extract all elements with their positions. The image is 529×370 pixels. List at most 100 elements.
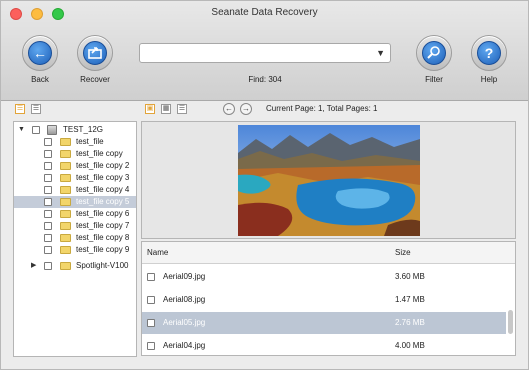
file-name: Aerial04.jpg: [163, 341, 206, 350]
tree-checkbox[interactable]: [32, 126, 40, 134]
tree-checkbox[interactable]: [44, 138, 52, 146]
filter-button[interactable]: [416, 35, 452, 71]
tree-item[interactable]: test_file copy 8: [14, 232, 136, 244]
search-dropdown[interactable]: ▼: [139, 43, 391, 63]
thumbnail-view-icon[interactable]: ▣: [145, 104, 155, 114]
file-name: Aerial09.jpg: [163, 272, 206, 281]
expand-triangle-icon[interactable]: ▶: [31, 260, 36, 272]
tree-checkbox[interactable]: [44, 210, 52, 218]
grid-view-icon[interactable]: ▦: [161, 104, 171, 114]
tree-item[interactable]: test_file copy 9: [14, 244, 136, 256]
tree-root[interactable]: ▼ TEST_12G: [14, 124, 136, 136]
tree-checkbox[interactable]: [44, 198, 52, 206]
folder-icon: [60, 138, 71, 146]
preview-pane: [141, 121, 516, 239]
file-size: 4.00 MB: [395, 341, 425, 350]
find-count: Find: 304: [248, 75, 282, 84]
vertical-scrollbar[interactable]: [508, 310, 513, 334]
file-list-header: Name Size: [142, 242, 515, 264]
folder-icon: [60, 162, 71, 170]
tree-item[interactable]: test_file copy 2: [14, 160, 136, 172]
folder-icon: [60, 234, 71, 242]
drive-icon: [47, 125, 57, 135]
tree-checkbox[interactable]: [44, 186, 52, 194]
file-checkbox[interactable]: [147, 342, 155, 350]
tree-item-label: test_file copy 9: [76, 245, 130, 254]
tree-checkbox[interactable]: [44, 246, 52, 254]
folder-icon: [60, 150, 71, 158]
file-size: 1.47 MB: [395, 295, 425, 304]
folder-icon: [60, 174, 71, 182]
tree-view-icon[interactable]: ☰: [15, 104, 25, 114]
file-size: 3.60 MB: [395, 272, 425, 281]
tree-item[interactable]: test_file copy: [14, 148, 136, 160]
filter-label: Filter: [425, 75, 443, 84]
file-checkbox[interactable]: [147, 273, 155, 281]
detail-view-icon[interactable]: ☰: [177, 104, 187, 114]
file-row[interactable]: Aerial08.jpg 1.47 MB: [142, 289, 506, 311]
tree-item-label: test_file copy 4: [76, 185, 130, 194]
expand-triangle-icon[interactable]: ▼: [18, 124, 25, 136]
tree-checkbox[interactable]: [44, 234, 52, 242]
file-row-selected[interactable]: Aerial05.jpg 2.76 MB: [142, 312, 506, 334]
tree-item-label: test_file copy 2: [76, 161, 130, 170]
recover-label: Recover: [80, 75, 110, 84]
toolbar: Seanate Data Recovery ← Back Recover ▼ F…: [1, 1, 528, 101]
tree-item[interactable]: test_file: [14, 136, 136, 148]
tree-item-label: test_file copy 8: [76, 233, 130, 242]
recover-icon: [83, 41, 107, 65]
file-checkbox[interactable]: [147, 296, 155, 304]
recover-button[interactable]: [77, 35, 113, 71]
window-title: Seanate Data Recovery: [211, 7, 318, 18]
column-size-header[interactable]: Size: [395, 242, 411, 264]
folder-tree: ▼ TEST_12G test_file test_file copy test…: [13, 121, 137, 357]
back-label: Back: [31, 75, 49, 84]
question-icon: ?: [477, 41, 501, 65]
tree-item[interactable]: test_file copy 7: [14, 220, 136, 232]
file-list: Name Size Aerial09.jpg 3.60 MB Aerial08.…: [141, 241, 516, 356]
tree-item[interactable]: test_file copy 6: [14, 208, 136, 220]
tree-item-label: test_file: [76, 137, 104, 146]
preview-image: [238, 125, 420, 236]
file-checkbox[interactable]: [147, 319, 155, 327]
prev-page-icon[interactable]: ←: [223, 103, 235, 115]
app-window: Seanate Data Recovery ← Back Recover ▼ F…: [0, 0, 529, 370]
tree-checkbox[interactable]: [44, 162, 52, 170]
tree-item[interactable]: ▶ Spotlight-V100: [14, 260, 136, 272]
tree-checkbox[interactable]: [44, 262, 52, 270]
tree-item-label: Spotlight-V100: [76, 261, 129, 270]
tree-root-label: TEST_12G: [63, 125, 104, 134]
help-label: Help: [480, 75, 498, 84]
back-button[interactable]: ←: [22, 35, 58, 71]
tree-item[interactable]: test_file copy 4: [14, 184, 136, 196]
next-page-icon[interactable]: →: [240, 103, 252, 115]
tree-item-label: test_file copy 6: [76, 209, 130, 218]
dropdown-arrow-icon[interactable]: ▼: [376, 48, 385, 58]
file-name: Aerial05.jpg: [163, 318, 206, 327]
help-button[interactable]: ?: [471, 35, 507, 71]
tree-item-label: test_file copy 5: [76, 197, 130, 206]
tree-checkbox[interactable]: [44, 150, 52, 158]
tree-item-label: test_file copy 3: [76, 173, 130, 182]
file-row[interactable]: Aerial04.jpg 4.00 MB: [142, 335, 506, 355]
folder-icon: [60, 222, 71, 230]
tree-item-label: test_file copy: [76, 149, 123, 158]
tree-item-selected[interactable]: test_file copy 5: [14, 196, 136, 208]
folder-icon: [60, 198, 71, 206]
file-size: 2.76 MB: [395, 318, 425, 327]
back-arrow-icon: ←: [28, 41, 52, 65]
tree-checkbox[interactable]: [44, 222, 52, 230]
magnifier-icon: [422, 41, 446, 65]
folder-icon: [60, 262, 71, 270]
page-info: Current Page: 1, Total Pages: 1: [266, 104, 378, 113]
sub-toolbar: ☰ ☰ ▣ ▦ ☰ ← → Current Page: 1, Total Pag…: [1, 101, 528, 119]
tree-item[interactable]: test_file copy 3: [14, 172, 136, 184]
file-row[interactable]: Aerial09.jpg 3.60 MB: [142, 266, 506, 288]
tree-checkbox[interactable]: [44, 174, 52, 182]
file-name: Aerial08.jpg: [163, 295, 206, 304]
folder-icon: [60, 210, 71, 218]
folder-icon: [60, 246, 71, 254]
tree-item-label: test_file copy 7: [76, 221, 130, 230]
list-view-icon[interactable]: ☰: [31, 104, 41, 114]
column-name-header[interactable]: Name: [147, 242, 168, 264]
